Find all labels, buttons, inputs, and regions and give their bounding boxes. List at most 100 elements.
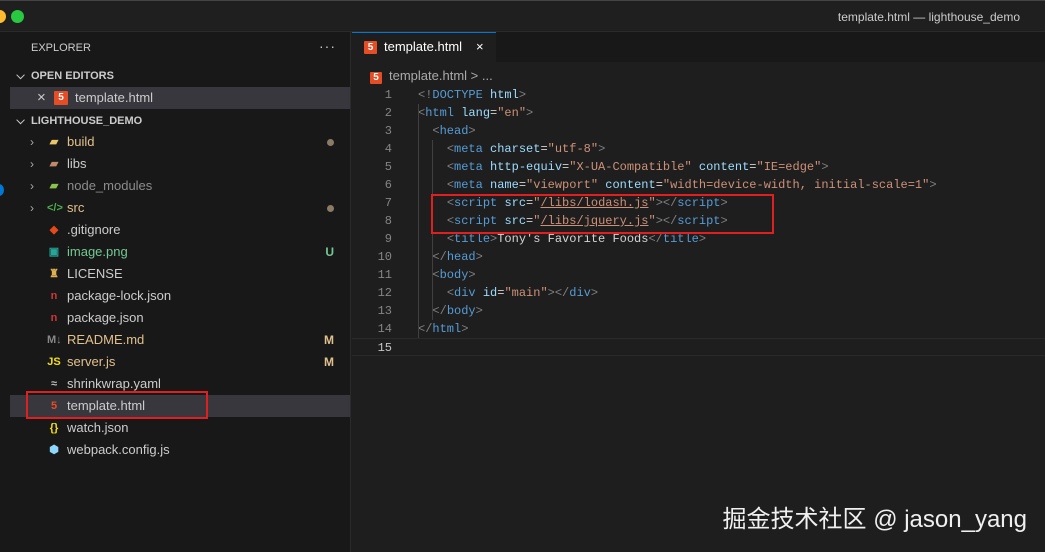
file-type-icon: M↓ (47, 334, 62, 346)
close-icon[interactable]: × (476, 33, 484, 61)
file-type-icon: ▰ (49, 158, 59, 170)
code-token: Tony's Favorite Foods (497, 232, 649, 246)
line-number: 14 (377, 322, 392, 336)
file-name: README.md (67, 332, 145, 347)
code-token: > (526, 106, 534, 120)
line-number: 11 (377, 268, 392, 282)
code-token: id (482, 286, 498, 300)
editor-area: 5 template.html × 5 template.html > ... 1… (352, 32, 1045, 552)
line-content: <!DOCTYPE html> (418, 86, 526, 104)
section-label: OPEN EDITORS (31, 70, 114, 82)
code-token: http-equiv (490, 160, 563, 174)
open-editor-label: template.html (75, 90, 154, 105)
breadcrumb-file[interactable]: template.html (389, 68, 467, 83)
code-line[interactable]: 14 </html> (352, 320, 1045, 338)
code-line[interactable]: 2 <html lang="en"> (352, 104, 1045, 122)
code-line[interactable]: 12 <div id="main"></div> (352, 284, 1045, 302)
code-token: < (432, 124, 440, 138)
code-line[interactable]: 11 <body> (352, 266, 1045, 284)
minimize-button[interactable] (0, 10, 6, 23)
file-tree-item[interactable]: n package.json (10, 307, 350, 329)
line-number: 2 (384, 106, 392, 120)
file-tree-item[interactable]: ▣ image.png U (10, 241, 350, 263)
tab-template-html[interactable]: 5 template.html × (352, 32, 496, 62)
project-section[interactable]: ⌵ LIGHTHOUSE_DEMO (10, 110, 350, 132)
code-token: meta (454, 160, 483, 174)
git-status-badge: U (325, 245, 334, 259)
line-number: 6 (384, 178, 392, 192)
code-token: body (439, 268, 469, 282)
file-tree-item[interactable]: M↓ README.md M (10, 329, 350, 351)
chevron-right-icon: › (30, 179, 34, 193)
code-token: > (590, 286, 599, 300)
file-tree-item[interactable]: › ▰ node_modules (10, 175, 350, 197)
code-token: > (929, 178, 937, 192)
code-line[interactable]: 10 </head> (352, 248, 1045, 266)
file-type-icon: ▰ (49, 136, 59, 148)
window-title: template.html — lighthouse_demo (837, 10, 1020, 24)
file-tree-item[interactable]: ⬢ webpack.config.js (10, 439, 350, 461)
file-name: watch.json (67, 420, 129, 435)
code-token: = (540, 142, 548, 156)
modified-dot-icon (327, 205, 334, 212)
code-token: > (598, 142, 606, 156)
code-token: </ (418, 322, 433, 336)
maximize-button[interactable] (11, 10, 24, 23)
file-tree-item[interactable]: n package-lock.json (10, 285, 350, 307)
code-line[interactable]: 4 <meta charset="utf-8"> (352, 140, 1045, 158)
breadcrumb-symbols[interactable]: ... (482, 68, 493, 83)
activity-indicator (0, 184, 4, 196)
code-line[interactable]: 13 </body> (352, 302, 1045, 320)
file-tree-item[interactable]: ♜ LICENSE (10, 263, 350, 285)
file-type-icon: </> (47, 202, 63, 214)
code-token: html (490, 88, 519, 102)
file-type-icon: ▰ (49, 180, 59, 192)
line-content: <meta name="viewport" content="width=dev… (418, 176, 937, 194)
file-tree-item[interactable]: › ▰ build (10, 131, 350, 153)
more-actions-button[interactable]: ··· (319, 38, 336, 54)
line-content: </html> (418, 320, 468, 338)
highlight-box (431, 194, 774, 234)
code-token: content (605, 178, 656, 192)
file-name: build (67, 134, 95, 149)
code-token: = (518, 178, 527, 192)
code-token: title (454, 232, 491, 246)
close-icon[interactable]: × (37, 87, 46, 109)
open-editor-item[interactable]: × 5 template.html (10, 87, 350, 109)
code-line[interactable]: 5 <meta http-equiv = "X-UA-Compatible" con… (352, 158, 1045, 176)
line-number: 4 (384, 142, 392, 156)
code-line[interactable]: 1 <!DOCTYPE html> (352, 86, 1045, 104)
file-tree-item[interactable]: › </> src (10, 197, 350, 219)
file-name: image.png (67, 244, 128, 259)
line-number: 9 (384, 232, 392, 246)
activity-bar (0, 32, 10, 552)
line-number: 1 (384, 88, 392, 102)
title-bar: template.html — lighthouse_demo (0, 0, 1045, 32)
watermark: 掘金技术社区 @ jason_yang (722, 506, 1027, 533)
code-token: html (425, 106, 455, 120)
file-name: LICENSE (67, 266, 123, 281)
file-type-icon: n (50, 312, 58, 324)
code-line[interactable]: 3 <head> (352, 122, 1045, 140)
file-tree-item[interactable]: › ▰ libs (10, 153, 350, 175)
indent-guide (418, 104, 419, 338)
code-token: meta (454, 142, 483, 156)
code-line[interactable]: 15 (352, 338, 1045, 356)
chevron-down-icon: ⌵ (16, 115, 25, 127)
code-line[interactable]: 6 <meta name="viewport" content="width=d… (352, 176, 1045, 194)
open-editors-section[interactable]: ⌵ OPEN EDITORS (10, 65, 350, 87)
file-type-icon: n (50, 290, 58, 302)
chevron-right-icon: › (30, 201, 34, 215)
file-tree-item[interactable]: ◆ .gitignore (10, 219, 350, 241)
code-token: name (490, 178, 519, 192)
git-status-badge: M (324, 333, 334, 347)
file-tree-item[interactable]: JS server.js M (10, 351, 350, 373)
file-tree-item[interactable]: {} watch.json (10, 417, 350, 439)
explorer-title: EXPLORER (31, 42, 91, 54)
line-content: <div id="main"></div> (418, 284, 598, 302)
code-token: content (698, 160, 750, 174)
breadcrumb-separator: > (470, 68, 479, 83)
